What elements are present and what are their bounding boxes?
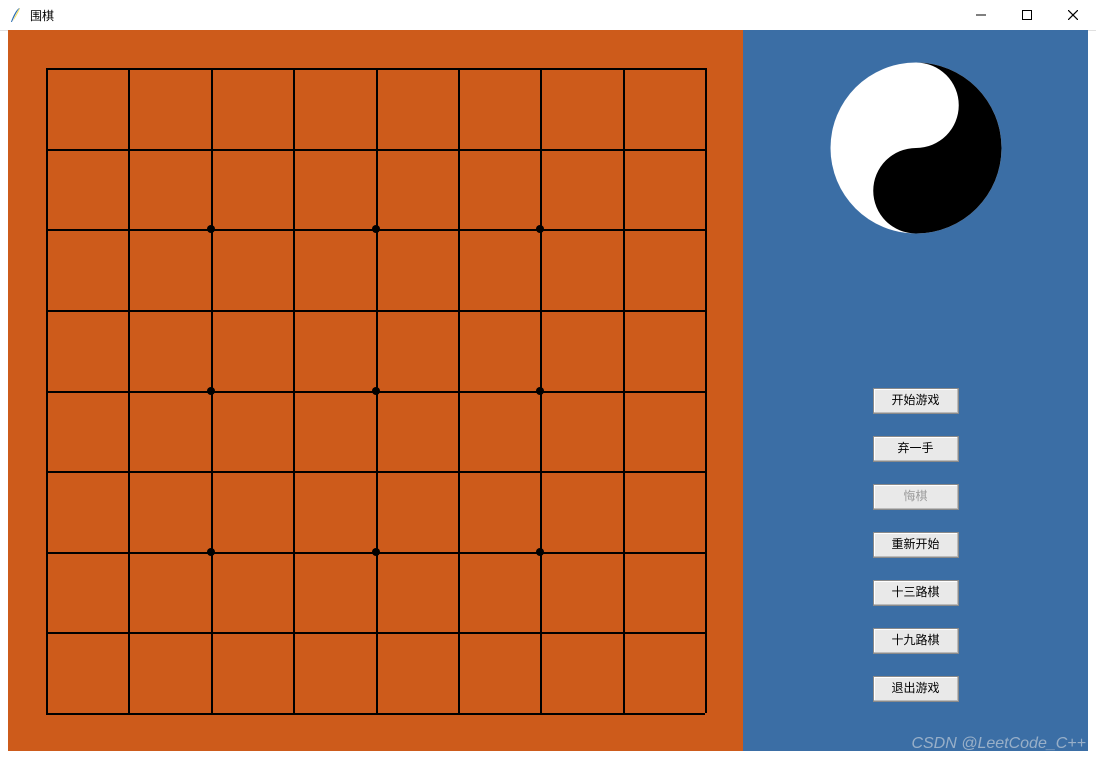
start-button[interactable]: 开始游戏	[873, 388, 959, 414]
grid-hline	[46, 471, 705, 473]
star-point	[372, 548, 380, 556]
star-point	[536, 387, 544, 395]
grid-vline	[458, 68, 460, 713]
board-pane	[8, 30, 743, 751]
window-controls	[958, 0, 1096, 30]
star-point	[536, 548, 544, 556]
grid-hline	[46, 713, 705, 715]
go-board[interactable]	[46, 68, 705, 713]
client-area: 开始游戏 弃一手 悔棋 重新开始 十三路棋 十九路棋 退出游戏	[8, 30, 1088, 751]
star-point	[372, 387, 380, 395]
yin-yang-icon	[826, 58, 1006, 238]
minimize-button[interactable]	[958, 0, 1004, 30]
star-point	[207, 387, 215, 395]
close-button[interactable]	[1050, 0, 1096, 30]
window-title: 围棋	[30, 7, 54, 24]
grid-vline	[623, 68, 625, 713]
undo-button[interactable]: 悔棋	[873, 484, 959, 510]
titlebar: 围棋	[0, 0, 1096, 31]
star-point	[207, 225, 215, 233]
app-window: 围棋	[0, 0, 1096, 759]
star-point	[207, 548, 215, 556]
button-column: 开始游戏 弃一手 悔棋 重新开始 十三路棋 十九路棋 退出游戏	[873, 388, 959, 702]
app-icon	[8, 7, 24, 23]
pass-button[interactable]: 弃一手	[873, 436, 959, 462]
size19-button[interactable]: 十九路棋	[873, 628, 959, 654]
grid-vline	[705, 68, 707, 713]
quit-button[interactable]: 退出游戏	[873, 676, 959, 702]
grid-hline	[46, 632, 705, 634]
side-pane: 开始游戏 弃一手 悔棋 重新开始 十三路棋 十九路棋 退出游戏	[743, 30, 1088, 751]
size13-button[interactable]: 十三路棋	[873, 580, 959, 606]
star-point	[372, 225, 380, 233]
restart-button[interactable]: 重新开始	[873, 532, 959, 558]
maximize-button[interactable]	[1004, 0, 1050, 30]
star-point	[536, 225, 544, 233]
